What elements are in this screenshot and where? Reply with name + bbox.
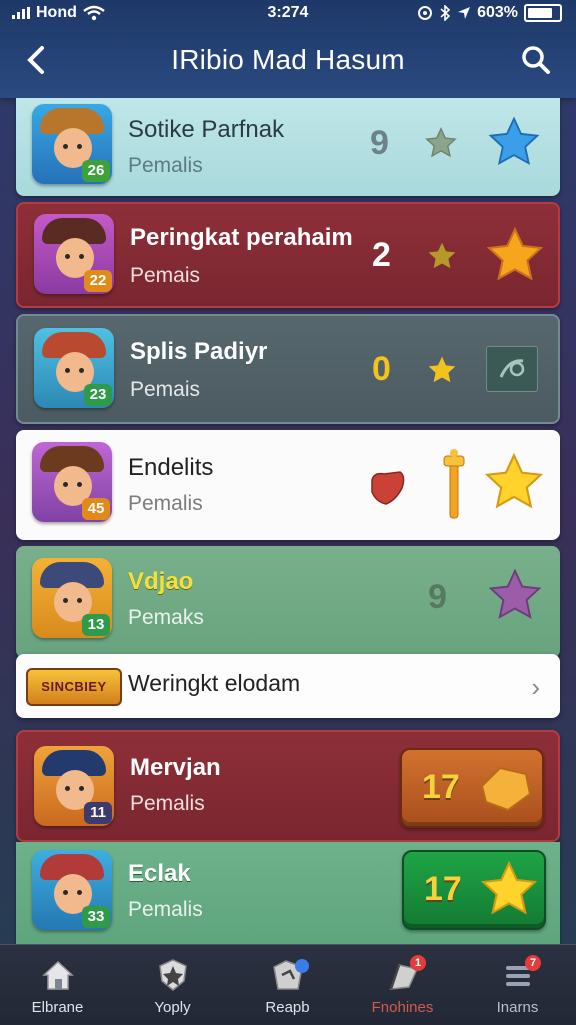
bluetooth-icon: [440, 5, 451, 21]
player-subtitle: Pemais: [130, 264, 201, 287]
avatar: 26: [32, 104, 112, 184]
level-badge: 23: [84, 384, 112, 406]
list-item[interactable]: 11 Mervjan Pemalis 17: [16, 730, 560, 842]
top-bar: Hond 3:274 603% IRibio Mad Hasum: [0, 0, 576, 98]
tab-yoply[interactable]: Yoply: [115, 945, 230, 1025]
ranking-list: 26 Sotike Parfnak Pemalis 9 22 Peringkat…: [0, 98, 576, 944]
list-item[interactable]: 13 Vdjao Pemaks 9: [16, 546, 560, 658]
avatar: 33: [32, 850, 112, 930]
notification-badge: 1: [410, 955, 426, 971]
tool-icon: [486, 346, 538, 392]
level-badge: 22: [84, 270, 112, 292]
level-badge: 26: [82, 160, 110, 182]
arrow-icon: [458, 7, 471, 19]
gem-icon: [480, 766, 532, 812]
player-subtitle: Pemaks: [128, 606, 204, 629]
player-subtitle: Pemais: [130, 378, 201, 401]
banner-logo: SINCBIEY: [26, 668, 122, 706]
status-right: 603%: [417, 4, 562, 22]
level-badge: 45: [82, 498, 110, 520]
avatar: 45: [32, 442, 112, 522]
star-icon: [488, 116, 540, 166]
level-badge: 13: [82, 614, 110, 636]
chevron-right-icon: ›: [531, 672, 540, 702]
level-badge: 33: [82, 906, 110, 928]
star-icon: [428, 356, 456, 383]
star-icon: [486, 226, 544, 281]
player-name: Vdjao: [128, 568, 194, 595]
reward-count: 17: [424, 870, 462, 908]
battery-icon: [524, 4, 562, 22]
player-subtitle: Pemalis: [128, 898, 203, 921]
tab-elbrane[interactable]: Elbrane: [0, 945, 115, 1025]
player-subtitle: Pemalis: [128, 492, 203, 515]
reward-badge-button[interactable]: 17: [400, 748, 544, 828]
tab-label: Fnohines: [371, 999, 434, 1016]
player-name: Peringkat perahaim: [130, 224, 353, 251]
avatar: 13: [32, 558, 112, 638]
tab-bar: Elbrane Yoply Reapb 1 Fnohines 7 Inarns: [0, 944, 576, 1025]
banner-logo-text: SINCBIEY: [41, 679, 107, 694]
home-icon: [42, 960, 74, 990]
nav-bar: IRibio Mad Hasum: [0, 34, 576, 90]
avatar: 11: [34, 746, 114, 826]
reward-count: 17: [422, 768, 460, 806]
status-bar: Hond 3:274 603%: [0, 0, 576, 28]
avatar: 23: [34, 328, 114, 408]
star-icon: [428, 242, 456, 269]
star-icon: [425, 127, 457, 158]
battery-percent: 603%: [477, 4, 518, 21]
tab-reapb[interactable]: Reapb: [230, 945, 345, 1025]
reward-badge-button[interactable]: 17: [402, 850, 546, 930]
star-icon: [488, 568, 542, 619]
level-badge: 11: [84, 802, 112, 824]
shield-icon: [371, 471, 405, 505]
list-item[interactable]: 26 Sotike Parfnak Pemalis 9: [16, 98, 560, 196]
list-item[interactable]: 22 Peringkat perahaim Pemais 2: [16, 202, 560, 308]
rank-number: 9: [370, 124, 389, 162]
sword-icon: [443, 449, 465, 519]
player-subtitle: Pemalis: [128, 154, 203, 177]
notification-badge: 7: [525, 955, 541, 971]
tab-label: Elbrane: [31, 999, 84, 1016]
player-name: Mervjan: [130, 754, 221, 781]
search-button[interactable]: [516, 40, 556, 80]
tab-inarns[interactable]: 7 Inarns: [460, 945, 575, 1025]
tab-fnohines[interactable]: 1 Fnohines: [345, 945, 460, 1025]
player-name: Splis Padiyr: [130, 338, 268, 365]
star-icon: [480, 860, 538, 915]
search-icon: [522, 46, 550, 74]
notification-dot: [295, 959, 309, 973]
player-name: Sotike Parfnak: [128, 116, 285, 143]
list-item[interactable]: 23 Splis Padiyr Pemais 0: [16, 314, 560, 424]
player-name: Eclak: [128, 860, 191, 887]
player-subtitle: Pemalis: [130, 792, 205, 815]
page-title: IRibio Mad Hasum: [171, 44, 405, 75]
location-icon: [418, 6, 433, 20]
list-item[interactable]: 45 Endelits Pemalis: [16, 430, 560, 540]
player-name: Endelits: [128, 454, 214, 481]
star-icon: [484, 452, 544, 509]
tab-label: Inarns: [496, 999, 539, 1016]
rank-number: 2: [372, 236, 391, 274]
rank-number: 0: [372, 350, 391, 388]
banner-title: Weringkt elodam: [128, 670, 301, 696]
section-banner[interactable]: SINCBIEY Weringkt elodam ›: [16, 654, 560, 718]
list-item[interactable]: 33 Eclak Pemalis 17: [16, 842, 560, 944]
shield-icon: [159, 959, 187, 991]
tab-label: Reapb: [265, 999, 310, 1016]
avatar: 22: [34, 214, 114, 294]
tab-label: Yoply: [154, 999, 191, 1016]
rank-number: 9: [428, 578, 447, 616]
